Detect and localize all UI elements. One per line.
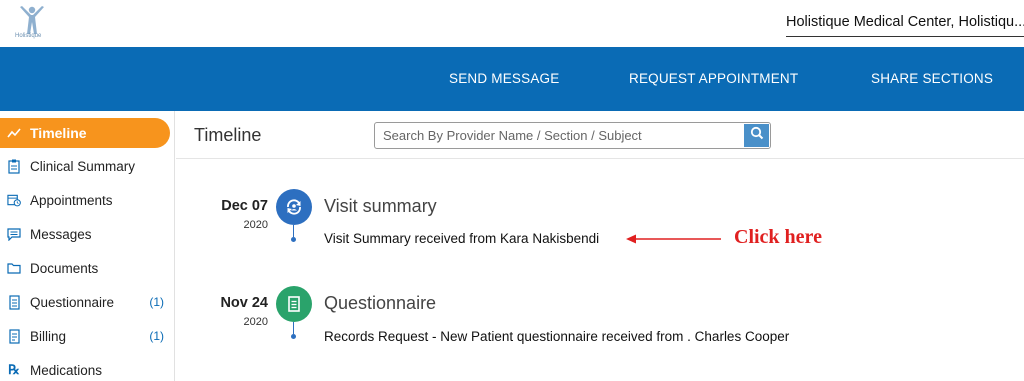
sidebar-item-label: Medications <box>30 362 103 378</box>
page-title: Timeline <box>194 125 262 145</box>
sidebar-item-documents[interactable]: Documents <box>0 253 170 283</box>
timeline-dot <box>291 334 296 339</box>
billing-count-badge: (1) <box>149 329 164 343</box>
entry-date: Nov 24 <box>220 295 268 311</box>
sidebar-item-medications[interactable]: ℞ Medications <box>0 355 170 381</box>
sidebar-item-questionnaire[interactable]: Questionnaire (1) <box>0 287 170 317</box>
sidebar: Timeline Clinical Summary Appointments M… <box>0 111 175 381</box>
share-sections-link[interactable]: SHARE SECTIONS <box>871 71 993 86</box>
folder-icon <box>7 260 21 276</box>
sidebar-item-label: Messages <box>30 226 92 242</box>
entry-description-link[interactable]: Visit Summary received from Kara Nakisbe… <box>324 231 599 246</box>
main-header: Timeline <box>176 111 1024 159</box>
sidebar-item-label: Billing <box>30 328 67 344</box>
annotation-arrow-icon <box>626 232 722 250</box>
entry-title[interactable]: Visit summary <box>324 196 437 217</box>
sidebar-item-label: Timeline <box>30 125 87 141</box>
top-header: Holistique Holistique Medical Center, Ho… <box>0 0 1024 47</box>
sidebar-item-messages[interactable]: Messages <box>0 219 170 249</box>
questionnaire-icon <box>276 286 312 322</box>
timeline-dot <box>291 237 296 242</box>
rx-icon: ℞ <box>8 362 20 377</box>
request-appointment-link[interactable]: REQUEST APPOINTMENT <box>629 71 798 86</box>
search-button[interactable] <box>744 124 769 147</box>
sidebar-item-label: Questionnaire <box>30 294 115 310</box>
visit-summary-icon <box>276 189 312 225</box>
trend-line-icon <box>7 125 21 141</box>
form-icon <box>7 294 21 310</box>
search-icon <box>750 126 764 145</box>
timeline-connector <box>293 322 294 334</box>
sidebar-item-billing[interactable]: Billing (1) <box>0 321 170 351</box>
message-icon <box>7 226 21 242</box>
action-nav-bar: SEND MESSAGE REQUEST APPOINTMENT SHARE S… <box>0 47 1024 111</box>
sidebar-item-appointments[interactable]: Appointments <box>0 185 170 215</box>
timeline-connector <box>293 225 294 237</box>
click-here-annotation: Click here <box>734 226 822 248</box>
invoice-icon <box>7 328 21 344</box>
search-input[interactable] <box>375 123 743 148</box>
questionnaire-count-badge: (1) <box>149 295 164 309</box>
entry-date: Dec 07 <box>221 198 268 214</box>
entry-title[interactable]: Questionnaire <box>324 293 436 314</box>
sidebar-item-label: Appointments <box>30 192 113 208</box>
clipboard-icon <box>7 158 21 174</box>
sidebar-item-label: Documents <box>30 260 99 276</box>
sidebar-item-timeline[interactable]: Timeline <box>0 118 170 148</box>
sidebar-item-label: Clinical Summary <box>30 158 136 174</box>
entry-year: 2020 <box>243 219 268 231</box>
entry-description-link[interactable]: Records Request - New Patient questionna… <box>324 329 789 344</box>
organization-selector[interactable]: Holistique Medical Center, Holistiqu... <box>786 14 1024 37</box>
send-message-link[interactable]: SEND MESSAGE <box>449 71 559 86</box>
calendar-clock-icon <box>7 192 21 208</box>
entry-year: 2020 <box>243 316 268 328</box>
search-box <box>374 122 771 149</box>
logo-text: Holistique <box>15 33 42 39</box>
sidebar-item-clinical-summary[interactable]: Clinical Summary <box>0 151 170 181</box>
